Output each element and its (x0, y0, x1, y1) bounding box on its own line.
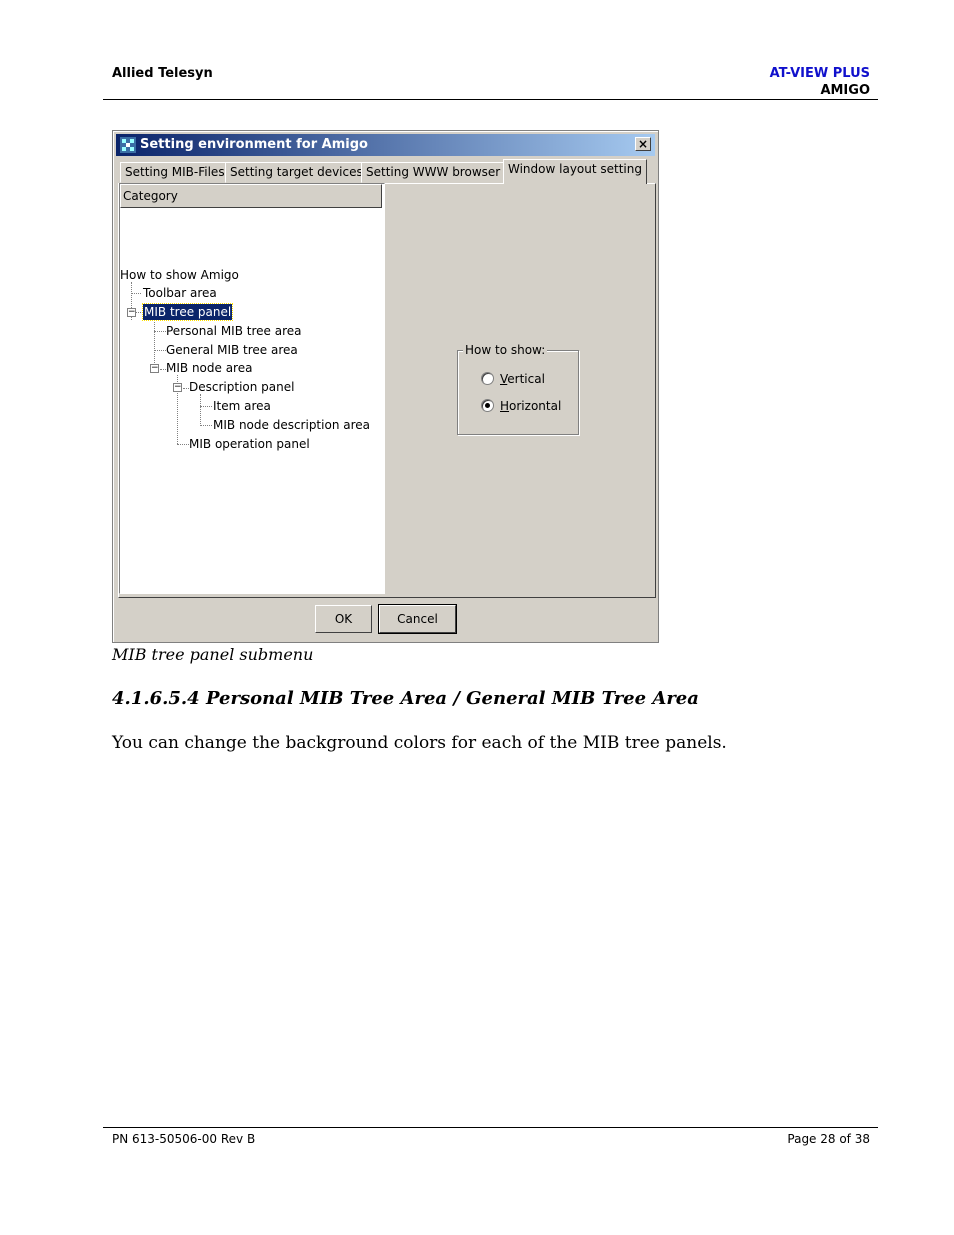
tree-connector (154, 350, 166, 351)
tab-setting-www-browser[interactable]: Setting WWW browser (361, 162, 506, 183)
footer-rule (103, 1127, 878, 1128)
tree-connector (131, 293, 141, 294)
close-button[interactable]: × (635, 137, 651, 151)
collapse-icon[interactable]: − (173, 383, 182, 392)
footer-part-number: PN 613-50506-00 Rev B (112, 1132, 256, 1146)
header-company: Allied Telesyn (112, 66, 213, 81)
vertical-radio[interactable] (481, 372, 494, 385)
tree-connector (154, 319, 155, 369)
cancel-button[interactable]: Cancel (378, 604, 457, 634)
horizontal-label[interactable]: Horizontal (500, 399, 561, 413)
tree-connector (200, 425, 212, 426)
tree-connector (154, 331, 166, 332)
tree-item-general-mib-tree-area[interactable]: General MIB tree area (166, 342, 298, 358)
tree-item-mib-tree-panel[interactable]: MIB tree panel (141, 303, 234, 321)
dialog-titlebar[interactable]: Setting environment for Amigo × (116, 134, 655, 156)
tree-connector (200, 406, 212, 407)
ok-button[interactable]: OK (315, 605, 372, 633)
header-module: AMIGO (820, 83, 870, 98)
tree-item-description-panel[interactable]: Description panel (189, 379, 294, 395)
tree-item-toolbar-area[interactable]: Toolbar area (143, 285, 217, 301)
collapse-icon[interactable]: − (127, 308, 136, 317)
tab-setting-mib-files[interactable]: Setting MIB-Files (120, 162, 230, 183)
app-icon (120, 137, 136, 153)
category-header: Category (120, 184, 382, 208)
vertical-label[interactable]: Vertical (500, 372, 545, 386)
figure-caption: MIB tree panel submenu (112, 645, 314, 664)
tree-connector (135, 312, 143, 313)
how-to-show-legend: How to show: (463, 343, 548, 357)
how-to-show-group: How to show: Vertical Horizontal (457, 343, 579, 435)
tab-setting-target-devices[interactable]: Setting target devices (225, 162, 368, 183)
tree-item-mib-operation-panel[interactable]: MIB operation panel (189, 436, 310, 452)
header-product: AT-VIEW PLUS (769, 66, 870, 81)
tree-item-how-to-show-amigo[interactable]: How to show Amigo (120, 267, 239, 283)
tab-window-layout-setting[interactable]: Window layout setting (503, 159, 647, 184)
category-tree-panel[interactable]: Category − − − How to show Amigo Toolbar… (119, 183, 385, 594)
tree-item-mib-node-description-area[interactable]: MIB node description area (213, 417, 370, 433)
settings-dialog: Setting environment for Amigo × Setting … (112, 130, 659, 643)
tree-connector (200, 394, 201, 426)
body-paragraph: You can change the background colors for… (112, 733, 727, 753)
header-rule (103, 99, 878, 100)
tree-connector (177, 444, 189, 445)
collapse-icon[interactable]: − (150, 364, 159, 373)
tree-item-item-area[interactable]: Item area (213, 398, 271, 414)
tree-item-mib-node-area[interactable]: MIB node area (166, 360, 252, 376)
tree-item-personal-mib-tree-area[interactable]: Personal MIB tree area (166, 323, 301, 339)
dialog-title: Setting environment for Amigo (140, 137, 368, 152)
section-heading: 4.1.6.5.4 Personal MIB Tree Area / Gener… (112, 688, 699, 709)
horizontal-radio[interactable] (481, 399, 494, 412)
footer-page-number: Page 28 of 38 (787, 1132, 870, 1146)
